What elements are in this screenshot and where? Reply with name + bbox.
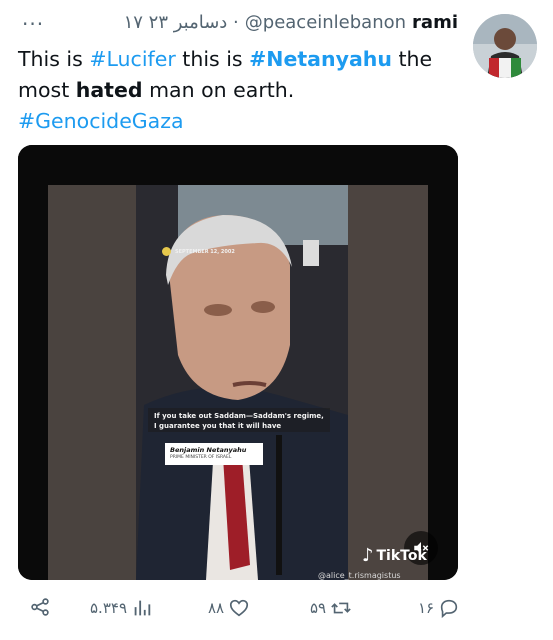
tiktok-username: @alice_t.rismagistus — [318, 571, 401, 580]
tweet-date[interactable]: ۱۷ دسامبر ۲۳ · — [124, 12, 239, 33]
reply-button[interactable]: ۱۶ — [418, 596, 460, 620]
date-stamp: SEPTEMBER 12, 2002 — [162, 247, 235, 256]
name-card-name: Benjamin Netanyahu — [170, 446, 247, 454]
views-button[interactable]: ۵.۳۴۹ — [90, 596, 153, 620]
tweet-text-part: man on earth. — [142, 78, 295, 102]
tiktok-logo-text: TikTok — [376, 547, 427, 564]
hashtag-genocide-gaza[interactable]: #GenocideGaza — [18, 109, 184, 133]
tweet-text-part: this is — [175, 47, 250, 71]
avatar[interactable] — [473, 14, 537, 78]
clock-icon — [162, 247, 171, 256]
like-icon — [230, 599, 249, 617]
views-count: ۵.۳۴۹ — [90, 599, 127, 617]
video-caption: If you take out Saddam—Saddam's regime, … — [154, 412, 324, 430]
author-handle[interactable]: @peaceinlebanon — [245, 12, 406, 33]
date-stamp-text: SEPTEMBER 12, 2002 — [175, 248, 235, 255]
views-icon — [134, 600, 151, 616]
hashtag-netanyahu[interactable]: #Netanyahu — [249, 47, 392, 71]
like-button[interactable]: ۸۸ — [208, 596, 250, 620]
bold-word: hated — [75, 78, 143, 102]
tiktok-note-icon: ♪ — [362, 545, 374, 566]
more-options-button[interactable]: ··· — [22, 14, 44, 34]
retweet-icon — [331, 602, 351, 614]
share-icon — [31, 598, 49, 616]
name-card-title: PRIME MINISTER OF ISRAEL — [170, 455, 232, 460]
name-card: Benjamin Netanyahu PRIME MINISTER OF ISR… — [165, 443, 263, 465]
tiktok-logo: ♪ TikTok — [362, 545, 427, 566]
author-name[interactable]: rami — [412, 12, 458, 33]
tweet-actions: ۵.۳۴۹ ۸۸ ۵۹ ۱۶ — [0, 596, 553, 624]
reply-icon — [440, 599, 458, 619]
tweet-header: ۱۷ دسامبر ۲۳ · @peaceinlebanon rami — [124, 12, 458, 33]
tweet-text-part: This is — [18, 47, 90, 71]
tweet-text: This is #Lucifer this is #Netanyahu the … — [18, 44, 458, 137]
hashtag-netanyahu-text: #Netanyahu — [249, 47, 392, 71]
likes-count: ۸۸ — [208, 599, 225, 617]
retweet-button[interactable]: ۵۹ — [310, 596, 352, 620]
video-frame — [18, 145, 458, 580]
replies-count: ۱۶ — [418, 599, 435, 617]
hashtag-lucifer[interactable]: #Lucifer — [89, 47, 175, 71]
share-button[interactable] — [29, 596, 51, 618]
video-player[interactable]: SEPTEMBER 12, 2002 If you take out Sadda… — [18, 145, 458, 580]
retweets-count: ۵۹ — [310, 599, 327, 617]
